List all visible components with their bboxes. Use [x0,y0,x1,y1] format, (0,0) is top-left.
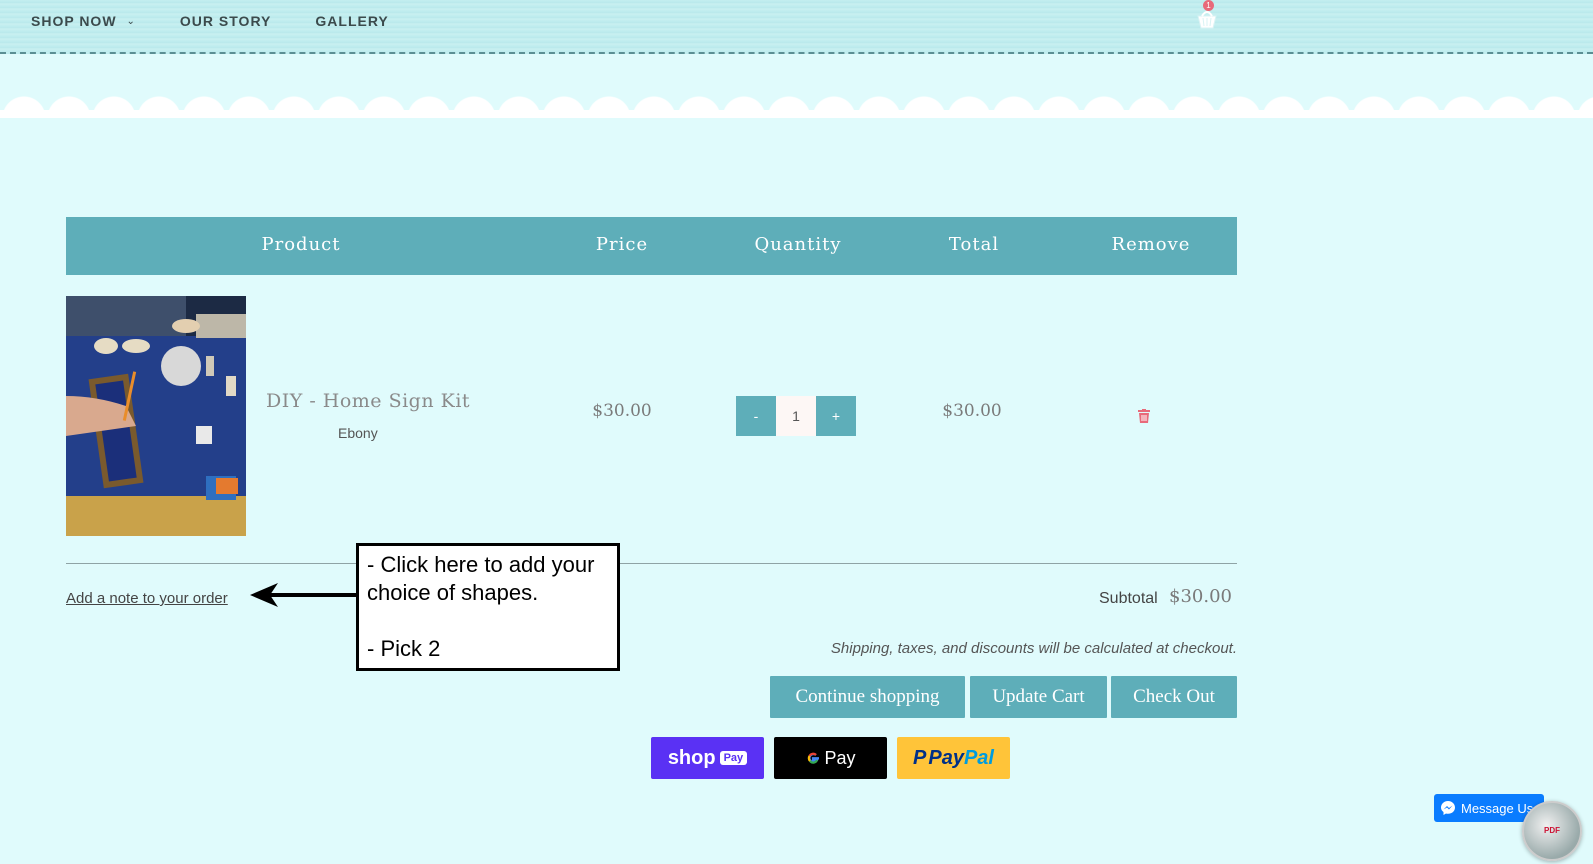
subtotal-label: Subtotal [1099,590,1158,607]
header-product: Product [261,234,341,255]
cart-count-badge: 1 [1203,0,1214,11]
quantity-decrease-button[interactable]: - [736,396,776,436]
header-quantity: Quantity [754,234,842,255]
shop-pay-tag: Pay [719,751,748,765]
nav-item-label: GALLERY [315,13,389,29]
nav-item-our-story[interactable]: OUR STORY [180,13,271,29]
paypal-button[interactable]: P Pay Pal [897,737,1010,779]
nav-item-gallery[interactable]: GALLERY [315,13,388,29]
header-price: Price [595,234,649,255]
pdf-badge[interactable]: PDF [1522,801,1582,861]
add-order-note-link[interactable]: Add a note to your order [66,590,228,607]
nav-item-label: OUR STORY [179,13,272,29]
trash-icon[interactable] [1138,409,1150,423]
checkout-button[interactable]: Check Out [1111,676,1237,718]
continue-shopping-button[interactable]: Continue shopping [770,676,965,718]
update-cart-button[interactable]: Update Cart [970,676,1107,718]
google-g-icon [808,752,820,764]
paypal-pal-text: Pal [963,746,994,769]
product-total: $30.00 [942,401,1002,421]
paypal-p-icon: P [913,746,927,769]
product-price: $30.00 [592,401,652,421]
paypal-pay-text: Pay [928,746,964,769]
product-image[interactable] [66,296,246,536]
messenger-label: Message Us [1461,800,1534,816]
messenger-icon [1441,801,1455,815]
arrow-left-icon [250,583,356,607]
header-remove: Remove [1111,234,1191,255]
cart-table-header: Product Price Quantity Total Remove [66,217,1237,275]
scallop-band [0,110,1593,118]
product-variant: Ebony [338,425,378,441]
cart-divider [66,563,1237,564]
pdf-badge-label: PDF [1544,826,1560,835]
shop-pay-button[interactable]: shop Pay [651,737,764,779]
nav-item-label: SHOP NOW [31,13,117,29]
main-nav: SHOP NOW ⌄ OUR STORY GALLERY [31,13,433,29]
instruction-callout: - Click here to add your choice of shape… [356,543,620,671]
nav-item-shop-now[interactable]: SHOP NOW ⌄ [31,13,136,29]
site-header: SHOP NOW ⌄ OUR STORY GALLERY 1 [0,0,1593,54]
quantity-increase-button[interactable]: + [816,396,856,436]
shipping-note: Shipping, taxes, and discounts will be c… [830,640,1237,657]
subtotal-value: $30.00 [1169,586,1232,607]
product-name[interactable]: DIY - Home Sign Kit [266,390,470,412]
quantity-input[interactable] [776,396,816,436]
google-pay-label: Pay [824,747,856,768]
shop-pay-wordmark: shop [667,746,716,769]
chevron-down-icon: ⌄ [126,15,136,27]
header-total: Total [948,234,1000,255]
google-pay-button[interactable]: Pay [774,737,887,779]
